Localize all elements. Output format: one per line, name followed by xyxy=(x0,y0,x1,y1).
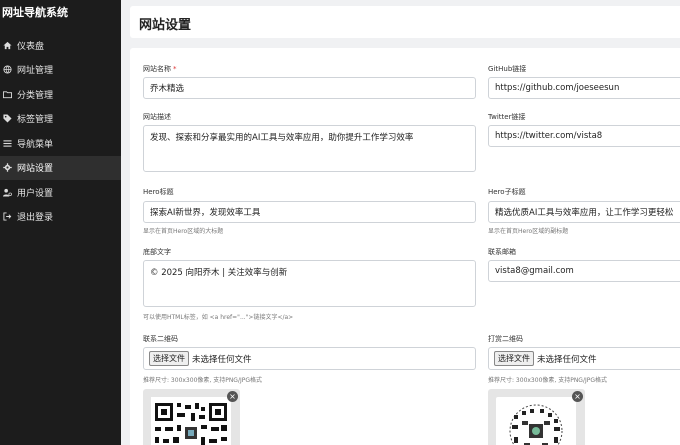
hero-title-hint: 显示在首页Hero区域的大标题 xyxy=(143,228,224,235)
sidebar-item-user-settings[interactable]: 用户设置 xyxy=(0,180,121,205)
twitter-label: Twitter链接 xyxy=(488,113,526,121)
reward-qr-remove-button[interactable]: × xyxy=(572,391,583,402)
footer-text-label: 底部文字 xyxy=(143,248,171,256)
hero-subtitle-input[interactable]: 精选优质AI工具与效率应用，让工作学习更轻松 xyxy=(488,201,680,223)
sidebar-item-label: 导航菜单 xyxy=(17,139,54,150)
hero-subtitle-label: Hero子标题 xyxy=(488,188,526,196)
hero-title-input[interactable]: 探索AI新世界，发现效率工具 xyxy=(143,201,476,223)
footer-text-textarea[interactable]: © 2025 向阳乔木 | 关注效率与创新 xyxy=(143,260,476,307)
sidebar-item-urls[interactable]: 网址管理 xyxy=(0,58,121,83)
sidebar-item-label: 标签管理 xyxy=(17,115,54,126)
folder-icon xyxy=(2,89,12,99)
reward-qr-file-status: 未选择任何文件 xyxy=(537,354,597,365)
contact-qr-preview: × xyxy=(143,389,240,445)
sidebar-item-categories[interactable]: 分类管理 xyxy=(0,82,121,107)
footer-text-hint: 可以使用HTML标签，如 <a href="...">链接文字</a> xyxy=(143,314,294,321)
settings-form: 网站名称 * 乔木精选 GitHub链接 https://github.com/j… xyxy=(130,48,680,445)
page-header: 网站设置 xyxy=(130,6,680,38)
contact-qr-remove-button[interactable]: × xyxy=(227,391,238,402)
reward-qr-preview: × xyxy=(488,389,585,445)
github-label: GitHub链接 xyxy=(488,65,527,73)
logout-icon xyxy=(2,212,12,222)
sidebar-item-logout[interactable]: 退出登录 xyxy=(0,205,121,230)
description-label: 网站描述 xyxy=(143,113,171,121)
page-title: 网站设置 xyxy=(139,18,192,33)
reward-qr-file-input[interactable]: 选择文件 未选择任何文件 xyxy=(488,347,680,370)
sidebar-item-tags[interactable]: 标签管理 xyxy=(0,107,121,132)
contact-qr-label: 联系二维码 xyxy=(143,335,178,343)
brand-title: 网址导航系统 xyxy=(2,6,68,19)
sidebar-item-label: 网址管理 xyxy=(17,66,54,77)
contact-qr-choose-file-button[interactable]: 选择文件 xyxy=(149,351,189,366)
tag-icon xyxy=(2,114,12,124)
sidebar-item-label: 分类管理 xyxy=(17,90,54,101)
reward-qr-choose-file-button[interactable]: 选择文件 xyxy=(494,351,534,366)
contact-qr-file-input[interactable]: 选择文件 未选择任何文件 xyxy=(143,347,476,370)
reward-qr-image xyxy=(496,397,576,445)
contact-qr-image xyxy=(151,397,231,445)
hero-title-label: Hero标题 xyxy=(143,188,174,196)
sidebar-nav: 仪表盘 网址管理 分类管理 标签管理 导航菜单 网站设置 用户设置 退出登录 xyxy=(0,33,121,229)
home-icon xyxy=(2,40,12,50)
menu-icon xyxy=(2,138,12,148)
sidebar-item-dashboard[interactable]: 仪表盘 xyxy=(0,33,121,58)
main-content: 网站设置 网站名称 * 乔木精选 GitHub链接 https://github.… xyxy=(121,0,680,445)
contact-qr-hint: 推荐尺寸: 300x300像素, 支持PNG/JPG格式 xyxy=(143,377,263,384)
globe-icon xyxy=(2,65,12,75)
reward-qr-hint: 推荐尺寸: 300x300像素, 支持PNG/JPG格式 xyxy=(488,377,608,384)
github-input[interactable]: https://github.com/joeseesun xyxy=(488,77,680,99)
required-marker: * xyxy=(173,65,177,73)
sidebar-item-label: 仪表盘 xyxy=(17,41,45,52)
sidebar-item-nav-menu[interactable]: 导航菜单 xyxy=(0,131,121,156)
email-input[interactable]: vista8@gmail.com xyxy=(488,260,680,282)
sidebar-item-label: 用户设置 xyxy=(17,188,54,199)
user-cog-icon xyxy=(2,187,12,197)
twitter-input[interactable]: https://twitter.com/vista8 xyxy=(488,125,680,147)
sidebar-item-label: 退出登录 xyxy=(17,213,54,224)
gear-icon xyxy=(2,163,12,173)
sidebar-item-label: 网站设置 xyxy=(17,164,54,175)
email-label: 联系邮箱 xyxy=(488,248,516,256)
sidebar: 网址导航系统 仪表盘 网址管理 分类管理 标签管理 导航菜单 网站设置 用户设置 xyxy=(0,0,121,445)
description-textarea[interactable]: 发现、探索和分享最实用的AI工具与效率应用，助你提升工作学习效率 xyxy=(143,125,476,172)
sidebar-item-site-settings[interactable]: 网站设置 xyxy=(0,155,121,180)
contact-qr-file-status: 未选择任何文件 xyxy=(192,354,252,365)
reward-qr-label: 打赏二维码 xyxy=(488,335,523,343)
site-name-label: 网站名称 * xyxy=(143,65,177,73)
hero-subtitle-hint: 显示在首页Hero区域的副标题 xyxy=(488,228,569,235)
site-name-input[interactable]: 乔木精选 xyxy=(143,77,476,99)
